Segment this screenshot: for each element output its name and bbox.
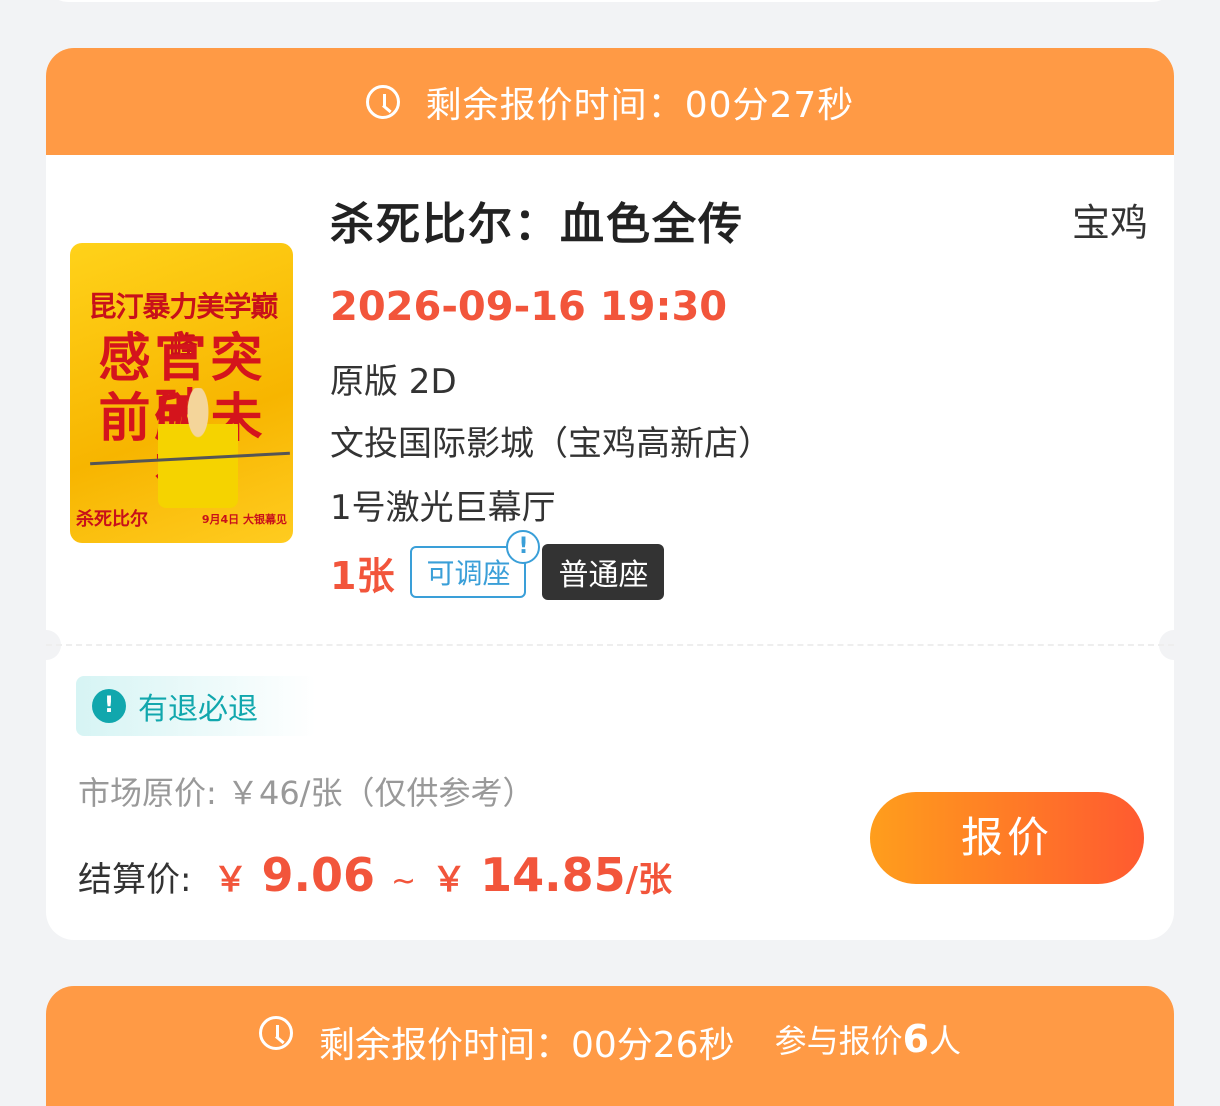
- clock-icon: [365, 84, 400, 119]
- countdown-label: 剩余报价时间：: [318, 1025, 571, 1066]
- ticket-info-row: 1张 可调座 ! 普通座: [330, 530, 665, 600]
- participants-unit: 人: [929, 1022, 962, 1060]
- quote-button[interactable]: 报价: [870, 792, 1144, 884]
- ticket-count: 1张: [330, 553, 395, 598]
- countdown-label: 剩余报价时间：: [425, 84, 685, 126]
- refund-label: 有退必退: [138, 692, 258, 727]
- currency-symbol: ￥: [432, 860, 467, 900]
- adjustable-seat-tag[interactable]: 可调座 !: [410, 530, 541, 598]
- countdown-value: 00分26秒: [570, 1025, 735, 1066]
- seat-type-tag: 普通座: [542, 544, 665, 600]
- countdown-header: 剩余报价时间： 00分27秒: [46, 48, 1174, 155]
- price-max: 14.85: [480, 848, 626, 902]
- participants-info: 参与报价6人: [775, 1016, 961, 1062]
- movie-version: 原版 2D: [330, 362, 457, 402]
- participants-count: 6: [902, 1017, 930, 1061]
- price-unit: /张: [625, 860, 673, 900]
- next-order-card[interactable]: 剩余报价时间： 00分26秒 参与报价6人: [46, 986, 1174, 1106]
- adjustable-seat-label: 可调座: [426, 557, 511, 590]
- info-alert-icon[interactable]: !: [506, 530, 541, 564]
- poster-date: 9月4日 大银幕见: [201, 513, 287, 526]
- refund-info-icon: !: [92, 689, 126, 723]
- participants-label: 参与报价: [774, 1022, 903, 1060]
- countdown-value: 00分27秒: [684, 84, 855, 126]
- refund-badge: ! 有退必退: [76, 676, 316, 736]
- hall-name: 1号激光巨幕厅: [330, 488, 556, 528]
- price-min: 9.06: [261, 848, 375, 902]
- dashed-divider: [46, 644, 1174, 646]
- previous-order-card: [46, 0, 1174, 2]
- poster-figure: [158, 388, 238, 508]
- settlement-price: 结算价: ￥ 9.06 ~ ￥ 14.85 /张: [78, 848, 672, 902]
- showtime: 2026-09-16 19:30: [330, 284, 728, 330]
- currency-symbol: ￥: [213, 860, 248, 900]
- settlement-label: 结算价:: [78, 860, 192, 900]
- cinema-name: 文投国际影城（宝鸡高新店）: [330, 424, 772, 464]
- movie-title: 杀死比尔：血色全传: [330, 199, 744, 250]
- clock-icon: [258, 1016, 293, 1050]
- order-card[interactable]: 剩余报价时间： 00分27秒 昆汀暴力美学巅峰 感官突破 前所未有 杀死比尔 9…: [46, 48, 1174, 940]
- price-range-tilde: ~: [390, 864, 417, 899]
- market-price: 市场原价: ￥46/张（仅供参考）: [78, 774, 535, 812]
- movie-poster[interactable]: 昆汀暴力美学巅峰 感官突破 前所未有 杀死比尔 9月4日 大银幕见: [70, 243, 293, 543]
- city-label: 宝鸡: [1071, 201, 1148, 245]
- poster-title: 杀死比尔: [76, 509, 148, 530]
